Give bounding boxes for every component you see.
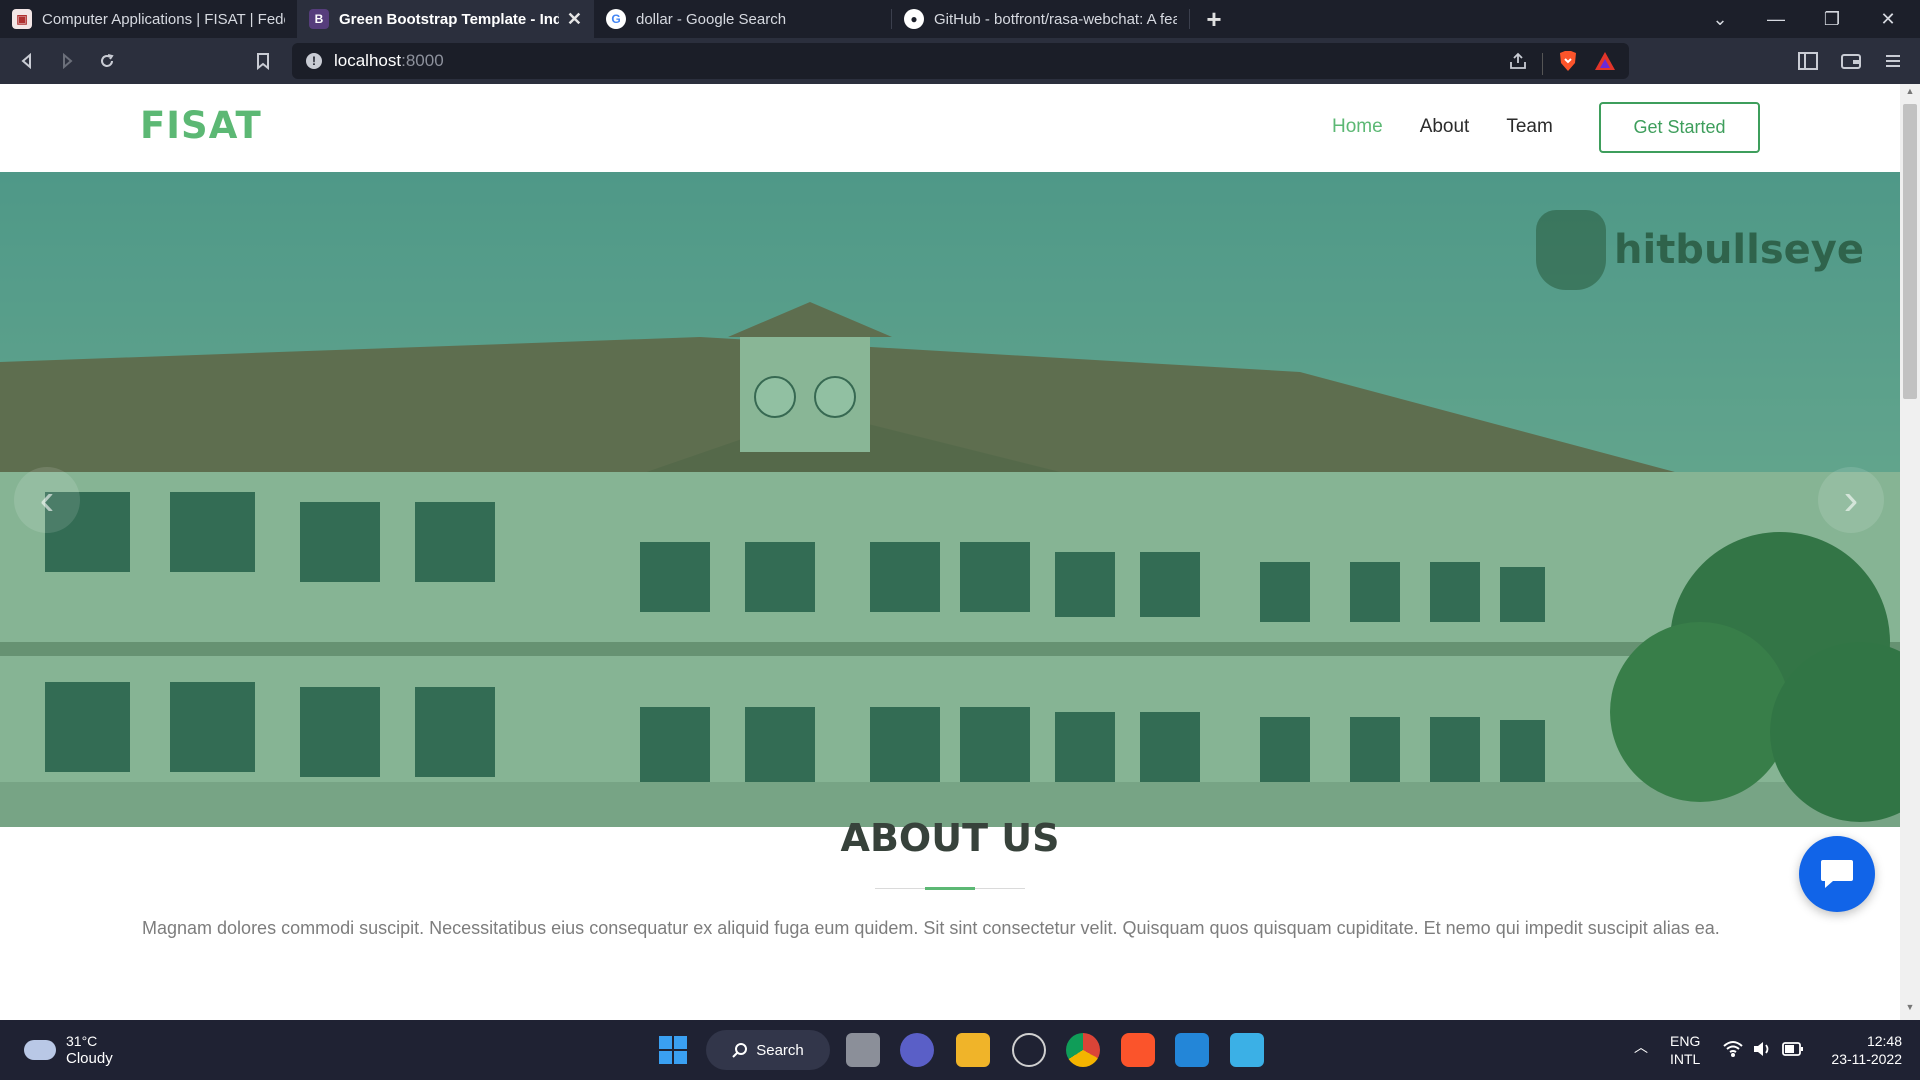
wifi-icon[interactable] (1722, 1040, 1744, 1062)
bookmark-icon[interactable] (248, 46, 278, 76)
bootstrap-favicon-icon: B (309, 9, 329, 29)
tab-title: dollar - Google Search (636, 10, 787, 28)
windows-taskbar: 31°C Cloudy Search ︿ ENG INTL 12:48 23-1… (0, 1020, 1920, 1080)
nav-team[interactable]: Team (1506, 116, 1552, 138)
lang-bottom: INTL (1670, 1051, 1701, 1067)
page-viewport: FISAT Home About Team Get Started hitbul… (0, 84, 1900, 1020)
lang-top: ENG (1670, 1033, 1701, 1049)
get-started-button[interactable]: Get Started (1599, 102, 1760, 153)
dell-icon[interactable] (1012, 1033, 1046, 1067)
divider (1542, 52, 1543, 75)
tab-google-search[interactable]: G dollar - Google Search (594, 0, 891, 38)
language-indicator[interactable]: ENG INTL (1670, 1032, 1700, 1068)
brave-icon[interactable] (1121, 1033, 1155, 1067)
sidebar-icon[interactable] (1793, 46, 1823, 76)
clock[interactable]: 12:48 23-11-2022 (1822, 1032, 1902, 1068)
about-divider (875, 887, 1025, 890)
search-icon (732, 1043, 748, 1058)
main-nav: Home About Team (1332, 116, 1553, 138)
scrollbar-thumb[interactable] (1903, 104, 1917, 399)
google-favicon-icon: G (606, 9, 626, 29)
address-bar-actions (1508, 49, 1617, 78)
fisat-favicon-icon: ▣ (12, 9, 32, 29)
weather-widget[interactable]: 31°C Cloudy (24, 1032, 113, 1068)
wallet-icon[interactable] (1836, 46, 1866, 76)
watermark-text: hitbullseye (1614, 227, 1864, 273)
vscode-icon[interactable] (1175, 1033, 1209, 1067)
tab-title: Computer Applications | FISAT | Federa (42, 10, 285, 28)
reload-icon[interactable] (92, 46, 122, 76)
hero-carousel: hitbullseye ‹ › (0, 172, 1900, 827)
chrome-icon[interactable] (1066, 1033, 1100, 1067)
volume-icon[interactable] (1752, 1040, 1772, 1062)
brave-rewards-icon[interactable] (1593, 50, 1617, 77)
scroll-up-icon[interactable]: ▲ (1900, 86, 1920, 102)
github-favicon-icon: ● (904, 9, 924, 29)
site-logo[interactable]: FISAT (140, 104, 262, 147)
tab-title: GitHub - botfront/rasa-webchat: A fea (934, 10, 1177, 28)
restore-button[interactable]: ❐ (1804, 0, 1860, 38)
brave-shields-icon[interactable] (1557, 49, 1579, 78)
cloud-icon (24, 1040, 56, 1060)
battery-icon[interactable] (1782, 1040, 1804, 1062)
bull-logo-icon (1536, 210, 1606, 290)
about-us-text: Magnam dolores commodi suscipit. Necessi… (142, 918, 1720, 938)
address-bar[interactable]: ! localhost:8000 (292, 43, 1629, 79)
forward-icon[interactable] (52, 46, 82, 76)
minimize-button[interactable]: — (1748, 0, 1804, 38)
back-icon[interactable] (12, 46, 42, 76)
notepad-icon[interactable] (1230, 1033, 1264, 1067)
tab-search-chevron-icon[interactable]: ⌄ (1692, 0, 1748, 38)
carousel-next-button[interactable]: › (1818, 467, 1884, 533)
tab-title: Green Bootstrap Template - Index (339, 10, 559, 28)
windows-start-icon[interactable] (656, 1033, 690, 1067)
menu-icon[interactable] (1878, 46, 1908, 76)
tab-github[interactable]: ● GitHub - botfront/rasa-webchat: A fea (892, 0, 1189, 38)
file-explorer-icon[interactable] (956, 1033, 990, 1067)
task-view-icon[interactable] (846, 1033, 880, 1067)
nav-home[interactable]: Home (1332, 116, 1383, 138)
hitbullseye-watermark: hitbullseye (1536, 210, 1864, 290)
weather-temp: 31°C (66, 1033, 98, 1049)
browser-toolbar: ! localhost:8000 (0, 38, 1920, 84)
site-header: FISAT Home About Team Get Started (0, 84, 1900, 172)
tab-green-bootstrap[interactable]: B Green Bootstrap Template - Index ✕ (297, 0, 594, 38)
chat-bubble-icon (1821, 860, 1853, 888)
url-host: localhost (334, 51, 402, 70)
teams-chat-icon[interactable] (900, 1033, 934, 1067)
share-icon[interactable] (1508, 51, 1528, 76)
browser-tab-strip: ▣ Computer Applications | FISAT | Federa… (0, 0, 1920, 38)
tab-computer-applications[interactable]: ▣ Computer Applications | FISAT | Federa (0, 0, 297, 38)
nav-about[interactable]: About (1420, 116, 1470, 138)
weather-condition: Cloudy (66, 1050, 113, 1067)
search-label: Search (756, 1041, 804, 1059)
clock-time: 12:48 (1866, 1033, 1902, 1049)
clock-date: 23-11-2022 (1831, 1051, 1902, 1067)
scroll-down-icon[interactable]: ▼ (1900, 1002, 1920, 1018)
page-scrollbar[interactable]: ▲ ▼ (1900, 84, 1920, 1020)
new-tab-button[interactable]: + (1190, 0, 1238, 38)
show-hidden-icons-chevron-icon[interactable]: ︿ (1634, 1038, 1648, 1056)
carousel-prev-button[interactable]: ‹ (14, 467, 80, 533)
url-port: :8000 (401, 51, 444, 70)
close-tab-icon[interactable]: ✕ (567, 9, 582, 30)
chat-widget-button[interactable] (1799, 836, 1875, 912)
about-us-heading: ABOUT US (840, 816, 1060, 860)
site-info-icon[interactable]: ! (306, 53, 322, 69)
close-window-button[interactable]: ✕ (1860, 0, 1916, 38)
taskbar-search-button[interactable]: Search (706, 1030, 830, 1070)
